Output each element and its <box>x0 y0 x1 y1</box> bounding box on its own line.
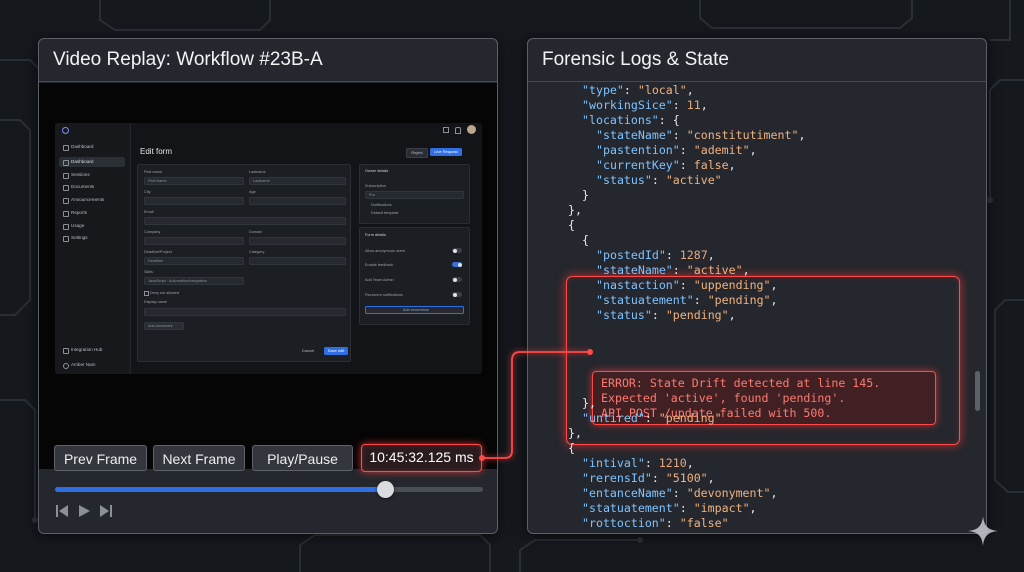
app-form-details-card: Form details Allow anonymous users Enabl… <box>359 227 470 325</box>
video-replay-panel: Video Replay: Workflow #23B-A Dashboard … <box>38 38 498 534</box>
skip-forward-icon[interactable] <box>100 504 112 518</box>
sidebar-item: Settings <box>59 233 125 243</box>
seek-thumb[interactable] <box>376 481 394 498</box>
sidebar-item: Reports <box>59 208 125 218</box>
sidebar-footer: Integration Hub <box>59 345 125 355</box>
log-line: "untired": "pending" <box>582 411 722 425</box>
sidebar-item: Documents <box>59 182 125 192</box>
seek-progress <box>55 487 385 492</box>
log-line: "stateName": "constitutiment", <box>596 128 806 142</box>
log-line: "status": "active" <box>596 173 722 187</box>
log-line: "locations": { <box>582 113 680 127</box>
log-line: "statuatement": "impact", <box>582 501 757 515</box>
skip-back-icon[interactable] <box>56 504 68 518</box>
video-panel-title: Video Replay: Workflow #23B-A <box>53 49 323 70</box>
app-owner-card: Owner details Subscription Pro Notificat… <box>359 164 470 224</box>
sidebar-user: Amber Nam <box>59 360 125 370</box>
app-bell-icon <box>455 127 461 134</box>
app-main: Edit form Reject Live Request First name… <box>131 123 482 374</box>
sidebar-item: Dashboard <box>59 157 125 167</box>
log-line: "pastention": "ademit", <box>596 143 757 157</box>
app-reject-button: Reject <box>406 148 428 158</box>
log-line: "currentKey": false, <box>596 158 736 172</box>
app-logo-icon <box>62 127 69 134</box>
sidebar-workspace: Dashboard <box>59 142 125 152</box>
seek-bar[interactable] <box>55 481 483 498</box>
app-grid-icon <box>443 127 449 133</box>
app-form-card: First name First Name Lastname Lastname … <box>137 164 351 362</box>
log-line: "stateName": "active", <box>596 263 750 277</box>
log-line: "status": "pending", <box>596 308 736 322</box>
app-live-button: Live Request <box>430 148 462 156</box>
log-viewer[interactable]: ERROR: State Drift detected at line 145.… <box>528 83 986 533</box>
app-page-title: Edit form <box>140 147 173 156</box>
log-line: "entanceName": "devonyment", <box>582 486 778 500</box>
log-line: }, <box>568 203 582 217</box>
sidebar-item: Sessions <box>59 170 125 180</box>
log-scrollbar[interactable] <box>975 371 980 411</box>
log-line: "nastaction": "uppending", <box>596 278 778 292</box>
title-divider <box>39 81 497 82</box>
log-line: "intival": 1210, <box>582 456 694 470</box>
next-frame-button[interactable]: Next Frame <box>153 445 245 471</box>
app-avatar <box>467 125 476 134</box>
log-line: { <box>568 441 575 455</box>
log-line: }, <box>582 396 596 410</box>
sparkle-icon <box>968 516 998 546</box>
error-line: Expected 'active', found 'pending'. <box>601 391 846 405</box>
logs-panel-title: Forensic Logs & State <box>542 49 729 70</box>
log-line: "type": "local", <box>582 83 694 97</box>
error-line: ERROR: State Drift detected at line 145. <box>601 376 881 390</box>
log-line: } <box>582 188 589 202</box>
sidebar-item: Announcements <box>59 195 125 205</box>
log-line: "workingSice": 11, <box>582 98 708 112</box>
log-line: "postedId": 1287, <box>596 248 715 262</box>
video-viewport[interactable]: Dashboard Dashboard Sessions Documents Anno… <box>39 83 497 469</box>
play-pause-button[interactable]: Play/Pause <box>252 445 353 471</box>
sidebar-item: Usage <box>59 221 125 231</box>
embedded-app-screenshot: Dashboard Dashboard Sessions Documents Anno… <box>55 123 482 374</box>
log-line: "rerensId": "5100", <box>582 471 715 485</box>
prev-frame-button[interactable]: Prev Frame <box>54 445 147 471</box>
title-divider <box>528 81 986 82</box>
log-line: "statuatement": "pending", <box>596 293 778 307</box>
app-sidebar: Dashboard Dashboard Sessions Documents Anno… <box>55 123 131 374</box>
log-line: }, <box>568 426 582 440</box>
log-line: "rottoction": "false" <box>582 516 729 530</box>
forensic-logs-panel: Forensic Logs & State ERROR: State Drift… <box>527 38 987 534</box>
play-icon[interactable] <box>78 504 90 518</box>
timecode-display: 10:45:32.125 ms <box>361 444 482 472</box>
log-line: { <box>568 218 575 232</box>
log-line: { <box>582 233 589 247</box>
